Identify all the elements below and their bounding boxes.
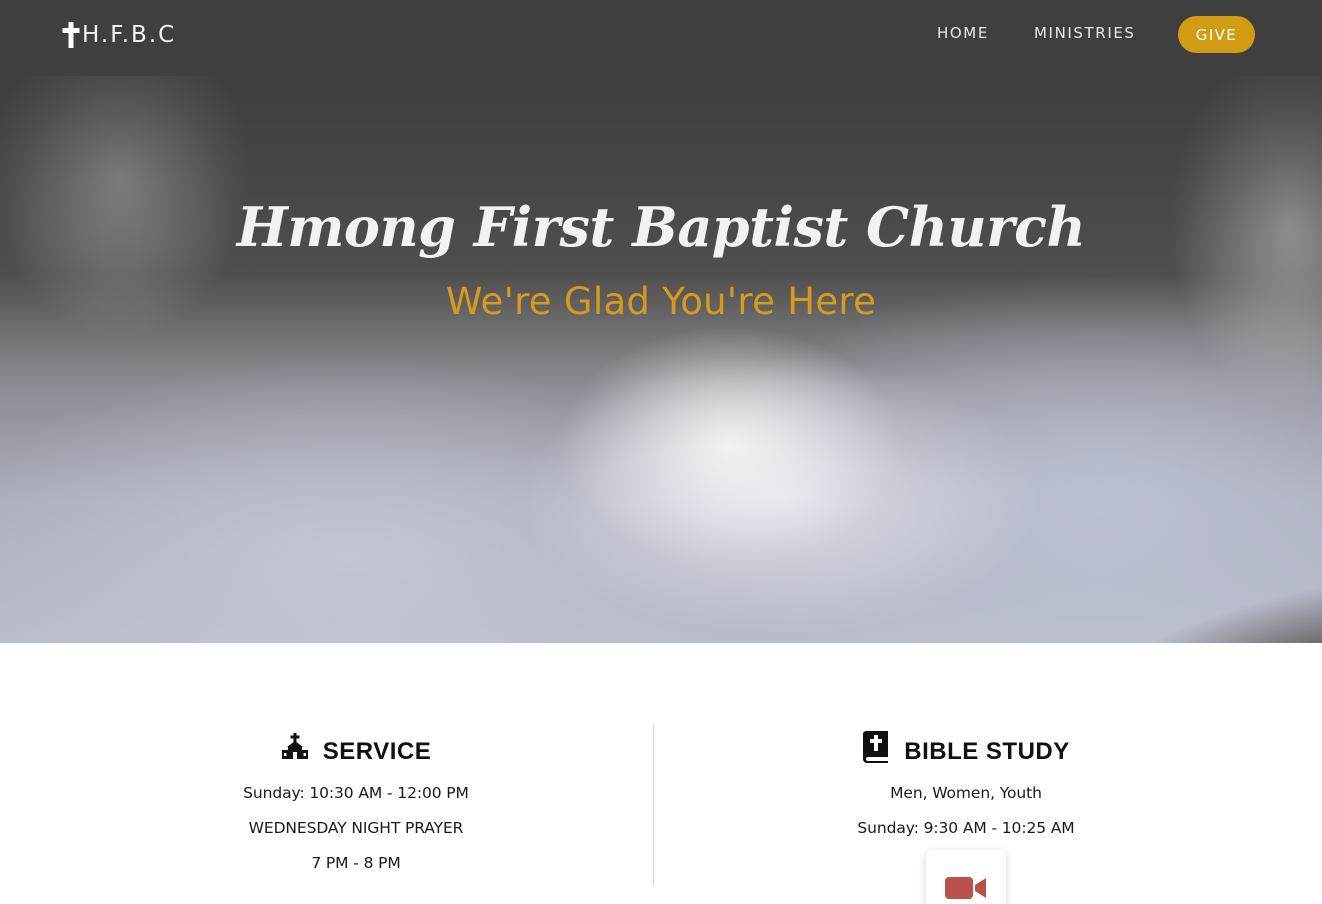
hero-title: Hmong First Baptist Church [236,195,1086,259]
service-line: Sunday: 10:30 AM - 12:00 PM [243,784,469,802]
logo-text: H.F.B.C [82,22,177,48]
service-heading: SERVICE [56,725,656,769]
hero-book-shadow [1071,555,1322,643]
nav-ministries-link[interactable]: MINISTRIES [1034,24,1136,42]
hero-subtitle: We're Glad You're Here [445,280,877,323]
column-divider [653,725,654,885]
cross-icon [62,22,80,48]
bible-study-heading: BIBLE STUDY [666,725,1266,769]
service-line: WEDNESDAY NIGHT PRAYER [248,819,464,837]
hero-banner: Hmong First Baptist Church We're Glad Yo… [0,76,1322,643]
service-line: 7 PM - 8 PM [311,854,401,872]
video-link-button[interactable] [926,850,1006,904]
top-navbar: H.F.B.C HOME MINISTRIES GIVE [0,0,1322,76]
site-logo[interactable]: H.F.B.C [62,20,176,50]
bible-study-title: BIBLE STUDY [904,738,1070,765]
service-title: SERVICE [322,738,432,765]
bible-study-line: Men, Women, Youth [890,784,1042,802]
bible-study-column: BIBLE STUDY Men, Women, Youth Sunday: 9:… [666,725,1266,846]
nav-home-link[interactable]: HOME [937,24,989,42]
service-info-section: SERVICE Sunday: 10:30 AM - 12:00 PM WEDN… [0,643,1322,904]
video-camera-icon [945,877,986,899]
bible-study-line: Sunday: 9:30 AM - 10:25 AM [857,819,1075,837]
church-icon [281,733,308,759]
give-button[interactable]: GIVE [1178,16,1255,53]
service-column: SERVICE Sunday: 10:30 AM - 12:00 PM WEDN… [56,725,656,881]
bible-icon [863,731,889,763]
